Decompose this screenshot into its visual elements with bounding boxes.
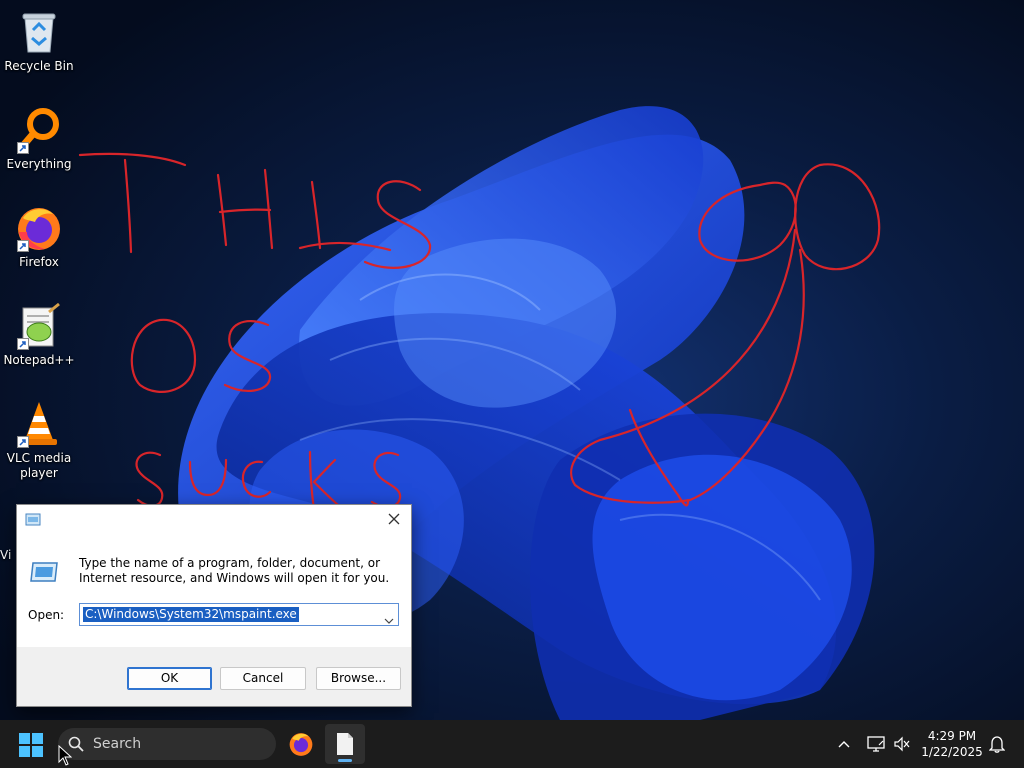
desktop-icon-notepad-plus-plus[interactable]: Notepad++ xyxy=(0,294,78,368)
browse-button[interactable]: Browse... xyxy=(316,667,401,690)
desktop-icon-label: Notepad++ xyxy=(3,353,75,367)
speaker-muted-icon xyxy=(894,736,910,752)
chevron-up-icon xyxy=(838,741,850,748)
start-button[interactable] xyxy=(18,732,44,758)
active-app-indicator xyxy=(338,759,352,762)
dialog-description: Type the name of a program, folder, docu… xyxy=(79,556,390,585)
shortcut-arrow-icon xyxy=(17,142,29,154)
desktop-icon-vlc[interactable]: VLC media player xyxy=(0,392,78,481)
ok-button[interactable]: OK xyxy=(127,667,212,690)
notepad-plus-plus-icon xyxy=(15,302,63,350)
show-hidden-icons-button[interactable] xyxy=(832,720,856,768)
desktop-icon-label: Firefox xyxy=(19,255,59,269)
open-label: Open: xyxy=(28,608,65,622)
clock-time: 4:29 PM xyxy=(927,729,977,743)
run-dialog[interactable]: Type the name of a program, folder, docu… xyxy=(16,504,412,707)
desktop-icon-recycle-bin[interactable]: Recycle Bin xyxy=(0,0,78,74)
network-icon xyxy=(867,736,885,752)
clock-date: 1/22/2025 xyxy=(921,745,983,759)
taskbar: Search 4:29 PM 1/22/2025 xyxy=(0,720,1024,768)
run-icon xyxy=(25,512,41,531)
close-button[interactable] xyxy=(377,505,411,533)
taskbar-clock[interactable]: 4:29 PM 1/22/2025 xyxy=(912,728,992,760)
mouse-cursor-icon xyxy=(58,744,73,768)
chevron-down-icon[interactable] xyxy=(384,610,394,629)
dialog-content: Type the name of a program, folder, docu… xyxy=(17,535,411,647)
taskbar-app-firefox[interactable] xyxy=(281,724,321,764)
shortcut-arrow-icon xyxy=(17,338,29,350)
shortcut-arrow-icon xyxy=(17,240,29,252)
run-large-icon xyxy=(29,561,59,587)
document-icon xyxy=(337,733,353,755)
desktop-icon-label: VLC media player xyxy=(6,451,72,480)
dialog-titlebar[interactable] xyxy=(17,505,411,535)
bell-icon xyxy=(989,736,1005,753)
open-combobox[interactable]: C:\Windows\System32\mspaint.exe xyxy=(79,603,399,626)
volume-button[interactable] xyxy=(890,720,914,768)
close-icon xyxy=(388,513,400,525)
network-status-button[interactable] xyxy=(864,720,888,768)
recycle-bin-icon xyxy=(15,8,63,56)
desktop-icon-label: Everything xyxy=(6,157,72,171)
desktop-icon-label-partial: Vi xyxy=(0,548,12,562)
firefox-icon xyxy=(289,733,313,756)
taskbar-app-run[interactable] xyxy=(325,724,365,764)
notifications-button[interactable] xyxy=(985,720,1009,768)
windows-logo-icon xyxy=(19,733,43,757)
shortcut-arrow-icon xyxy=(17,436,29,448)
everything-search-icon xyxy=(15,106,63,154)
search-placeholder: Search xyxy=(93,736,142,752)
taskbar-search-box[interactable]: Search xyxy=(58,728,276,760)
open-input-value[interactable]: C:\Windows\System32\mspaint.exe xyxy=(83,607,299,622)
firefox-icon xyxy=(15,204,63,252)
vlc-icon xyxy=(15,400,63,448)
desktop-icon-firefox[interactable]: Firefox xyxy=(0,196,78,270)
desktop-icon-label: Recycle Bin xyxy=(4,59,74,73)
cancel-button[interactable]: Cancel xyxy=(220,667,306,690)
desktop-icon-everything[interactable]: Everything xyxy=(0,98,78,172)
